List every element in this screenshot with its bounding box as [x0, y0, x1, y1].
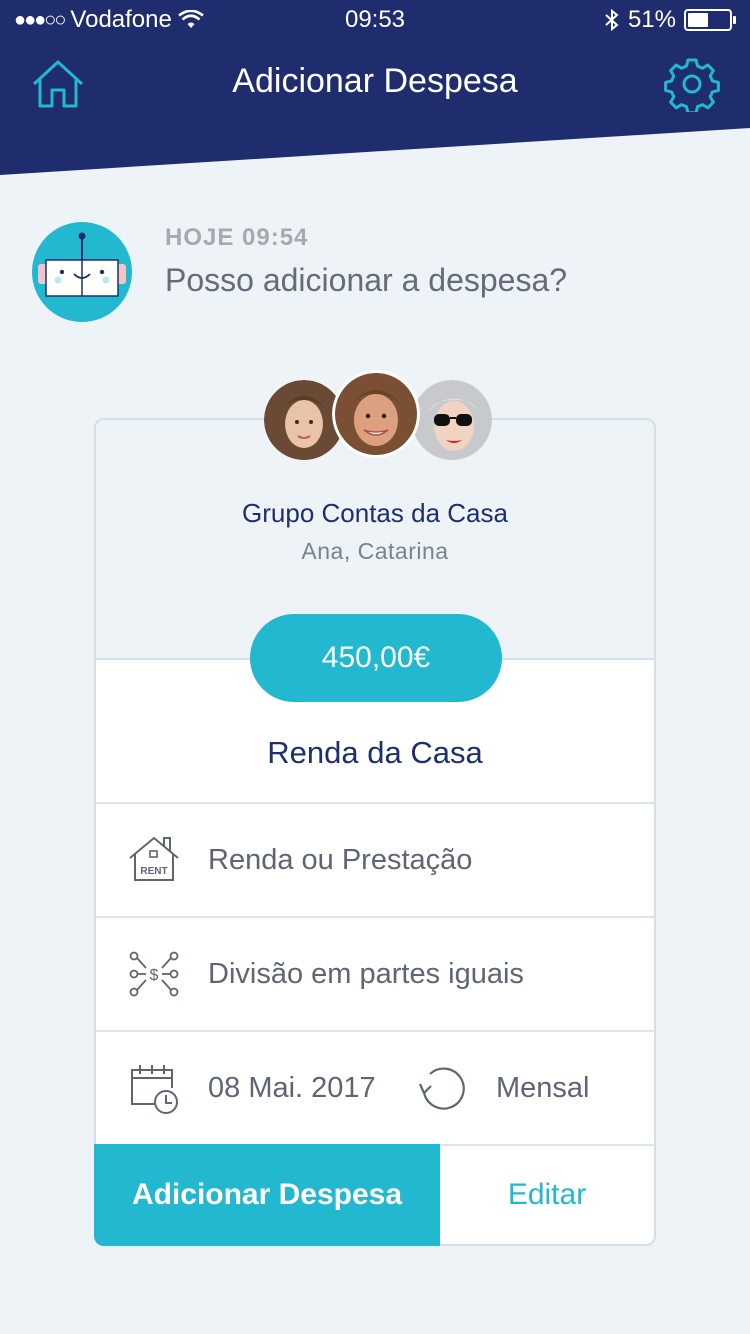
- message-time: HOJE 09:54: [165, 224, 309, 251]
- calendar-clock-icon: [131, 1065, 178, 1114]
- page-title: Adicionar Despesa: [232, 62, 518, 100]
- date-label: 08 Mai. 2017: [208, 1071, 376, 1104]
- group-name: Grupo Contas da Casa: [242, 498, 508, 528]
- add-expense-button[interactable]: Adicionar Despesa: [94, 1144, 440, 1246]
- repeat-icon: [418, 1067, 465, 1110]
- avatar: [412, 380, 492, 460]
- status-right: 51%: [604, 6, 736, 34]
- group-avatars: [0, 370, 750, 465]
- settings-button[interactable]: [664, 56, 720, 115]
- gear-icon: [664, 58, 720, 115]
- category-row[interactable]: RENT Renda ou Prestação: [96, 802, 654, 916]
- recurrence-label: Mensal: [496, 1072, 590, 1104]
- robot-icon: [38, 232, 126, 297]
- bot-avatar: [32, 222, 132, 322]
- svg-text:$: $: [150, 967, 159, 984]
- bluetooth-icon: [605, 8, 619, 32]
- split-row[interactable]: $ Divisão em partes iguais: [96, 916, 654, 1030]
- message-text: Posso adicionar a despesa?: [165, 262, 568, 298]
- svg-text:RENT: RENT: [140, 866, 167, 877]
- date-row[interactable]: 08 Mai. 2017 Mensal: [96, 1030, 654, 1144]
- battery-level: [688, 13, 709, 27]
- rent-house-icon: RENT: [129, 836, 179, 881]
- edit-button[interactable]: Editar: [440, 1144, 654, 1244]
- group-members: Ana, Catarina: [301, 538, 449, 564]
- amount-badge: 450,00€: [250, 614, 502, 702]
- split-label: Divisão em partes iguais: [208, 957, 524, 990]
- avatar: [332, 370, 420, 458]
- battery-icon: [684, 9, 736, 31]
- category-label: Renda ou Prestação: [208, 843, 473, 876]
- expense-title: Renda da Casa: [267, 735, 483, 770]
- status-bar: ●●●○○ Vodafone 09:53 51%: [0, 0, 750, 40]
- split-icon: $: [129, 951, 179, 997]
- battery-percent: 51%: [627, 6, 676, 33]
